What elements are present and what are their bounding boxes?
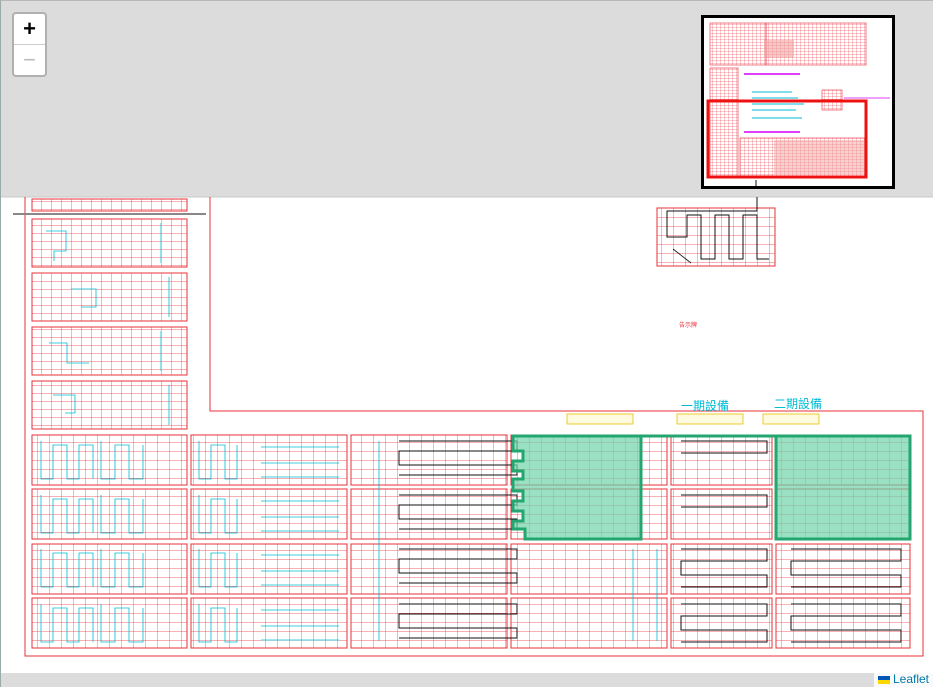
phase2-label: 二期設備 <box>774 396 822 411</box>
bottom-strip <box>1 673 933 687</box>
phase1-label: 一期設備 <box>681 398 729 413</box>
minimap[interactable] <box>701 15 895 189</box>
attribution-control: Leaflet <box>873 671 933 687</box>
zoom-out-button[interactable]: − <box>14 44 45 75</box>
left-panel-column <box>31 198 188 430</box>
leaflet-link[interactable]: Leaflet <box>893 672 929 686</box>
minimap-preview <box>704 18 892 186</box>
small-note-label: 告示牌 <box>679 321 697 329</box>
map-container[interactable]: 告示牌 一期設備 二期設備 + − Leaflet <box>0 0 933 687</box>
ukraine-flag-icon <box>877 675 890 684</box>
phase-label-boxes <box>566 413 820 425</box>
zoom-in-button[interactable]: + <box>14 14 45 44</box>
highlight-zone-phase2[interactable] <box>774 434 912 541</box>
highlight-zone-phase1[interactable] <box>511 434 643 541</box>
zoom-control: + − <box>12 12 47 77</box>
